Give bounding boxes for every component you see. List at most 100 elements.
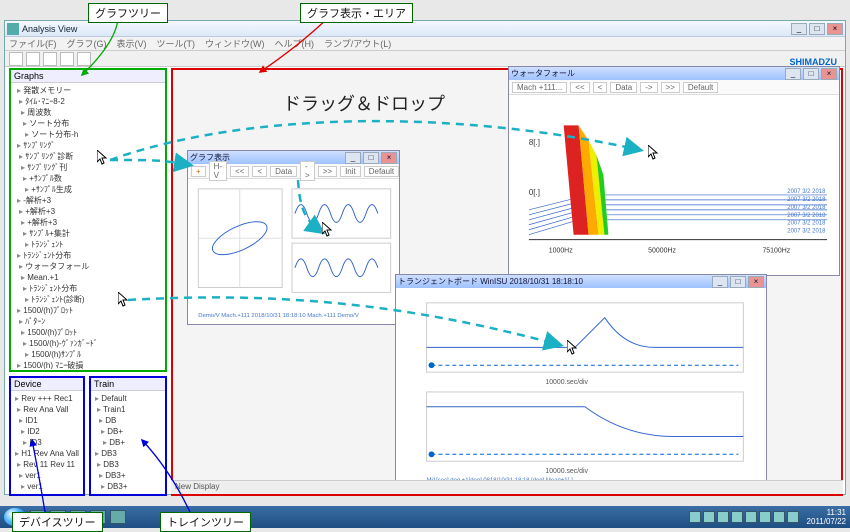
minimize-button[interactable]: _: [791, 23, 807, 35]
cw1-btn-back[interactable]: <: [252, 166, 267, 177]
tree-item[interactable]: ID1: [13, 415, 81, 426]
tray-2[interactable]: [703, 511, 715, 523]
tree-item[interactable]: ﾄﾗﾝｼﾞｪﾝﾄ分布: [13, 250, 163, 261]
tree-item[interactable]: ver1: [13, 481, 81, 492]
tree-item[interactable]: DB3+: [93, 481, 163, 492]
tree-item[interactable]: 1500/(h)ﾌﾟﾛｯﾄ: [13, 327, 163, 338]
cw2-ff[interactable]: >>: [661, 82, 680, 93]
tree-item[interactable]: ｻﾝﾌﾟﾘﾝｸﾞ: [13, 140, 163, 151]
tb-1[interactable]: [9, 52, 23, 66]
tb-4[interactable]: [60, 52, 74, 66]
tray-1[interactable]: [689, 511, 701, 523]
tree-item[interactable]: DB: [93, 415, 163, 426]
tree-item[interactable]: DB3: [93, 448, 163, 459]
cw1-btn-default[interactable]: Default: [364, 166, 399, 177]
cw2-data[interactable]: Data: [610, 82, 637, 93]
cw2-fwd[interactable]: ->: [640, 82, 657, 93]
clock[interactable]: 11:31 2011/07/22: [807, 508, 846, 526]
cw1-max[interactable]: □: [363, 152, 379, 164]
tree-item[interactable]: ﾄﾗﾝｼﾞｪﾝﾄ: [13, 239, 163, 250]
tree-item[interactable]: Rev 11 Rev 11: [13, 459, 81, 470]
tree-item[interactable]: ウォータフォール: [13, 261, 163, 272]
tree-item[interactable]: DB+: [93, 426, 163, 437]
tree-item[interactable]: -解析+3: [13, 195, 163, 206]
tree-item[interactable]: ｻﾝﾌﾟﾙ+集計: [13, 228, 163, 239]
tree-item[interactable]: ｻﾝﾌﾟﾘﾝｸﾞ刊: [13, 162, 163, 173]
cw1-btn-rw[interactable]: <<: [230, 166, 249, 177]
cw1-min[interactable]: _: [345, 152, 361, 164]
tree-item[interactable]: DB+: [93, 437, 163, 448]
tree-item[interactable]: ソート分布-h: [13, 129, 163, 140]
tree-item[interactable]: ｻﾝﾌﾟﾘﾝｸﾞ診断: [13, 151, 163, 162]
taskbar-icon-5[interactable]: [110, 510, 126, 524]
tree-item[interactable]: +解析+3: [13, 206, 163, 217]
cw2-min[interactable]: _: [785, 68, 801, 80]
cw3-max[interactable]: □: [730, 276, 746, 288]
graph-tree-panel[interactable]: Graphs 発散メモリーﾀｲﾑ･ﾏﾆｰ8-2周波数ソート分布ソート分布-hｻﾝ…: [9, 68, 167, 372]
tb-2[interactable]: [26, 52, 40, 66]
cw2-rw[interactable]: <<: [570, 82, 589, 93]
menu-tool[interactable]: ツール(T): [157, 37, 196, 50]
tab-new-display[interactable]: New Display: [175, 482, 219, 491]
tree-item[interactable]: ソート分布: [13, 118, 163, 129]
maximize-button[interactable]: □: [809, 23, 825, 35]
cw2-close[interactable]: ×: [821, 68, 837, 80]
tree-item[interactable]: 1500/(h)-ｳﾞｧﾝｶﾞｰﾄﾞ: [13, 338, 163, 349]
tree-item[interactable]: ﾊﾟﾀｰﾝ: [13, 316, 163, 327]
cw1-btn-plus[interactable]: +: [191, 166, 206, 177]
tree-item[interactable]: Train1: [93, 404, 163, 415]
tree-item[interactable]: Rev +++ Rec1: [13, 393, 81, 404]
tree-item[interactable]: 発散メモリー: [13, 85, 163, 96]
tray-8[interactable]: [787, 511, 799, 523]
tree-item[interactable]: 1500/(h)ｻﾝﾌﾟﾙ: [13, 349, 163, 360]
train-tree[interactable]: DefaultTrain1DBDB+DB+DB3DB3DB3+DB3+: [91, 391, 165, 493]
chart-window-3[interactable]: トランジェントボード WinISU 2018/10/31 18:18:10 _□…: [395, 274, 767, 484]
tb-3[interactable]: [43, 52, 57, 66]
tree-item[interactable]: H1 Rev Ana Vall: [13, 448, 81, 459]
tree-item[interactable]: DB3: [93, 459, 163, 470]
device-tree-panel[interactable]: Device Rev +++ Rec1Rev Ana VallID1ID2ID3…: [9, 376, 85, 496]
tree-item[interactable]: 1500/(h) ﾏﾆｰ破損: [13, 360, 163, 369]
menu-lamp[interactable]: ランプ/アウト(L): [324, 37, 391, 50]
tray-7[interactable]: [773, 511, 785, 523]
menu-view[interactable]: 表示(V): [117, 37, 147, 50]
tree-item[interactable]: ﾄﾗﾝｼﾞｪﾝﾄ(診断): [13, 294, 163, 305]
tree-item[interactable]: Default: [93, 393, 163, 404]
menu-help[interactable]: ヘルプ(H): [275, 37, 315, 50]
cw3-min[interactable]: _: [712, 276, 728, 288]
tree-item[interactable]: +ｻﾝﾌﾟﾙ生成: [13, 184, 163, 195]
tree-item[interactable]: +解析+3: [13, 217, 163, 228]
cw2-lbl[interactable]: Mach +111...: [512, 82, 567, 93]
titlebar[interactable]: Analysis View _ □ ×: [5, 21, 845, 37]
chart-window-1[interactable]: グラフ表示 _□× + H-V << < Data -> >> Init Def…: [187, 150, 400, 325]
tray-3[interactable]: [717, 511, 729, 523]
tree-item[interactable]: ver1: [13, 470, 81, 481]
cw3-close[interactable]: ×: [748, 276, 764, 288]
taskbar[interactable]: 11:31 2011/07/22: [0, 506, 850, 528]
tree-item[interactable]: 周波数: [13, 107, 163, 118]
cw1-close[interactable]: ×: [381, 152, 397, 164]
graph-tree[interactable]: 発散メモリーﾀｲﾑ･ﾏﾆｰ8-2周波数ソート分布ソート分布-hｻﾝﾌﾟﾘﾝｸﾞｻ…: [11, 83, 165, 369]
tray-6[interactable]: [759, 511, 771, 523]
tree-item[interactable]: ﾄﾗﾝｼﾞｪﾝﾄ分布: [13, 283, 163, 294]
cw2-back[interactable]: <: [593, 82, 608, 93]
chart-window-2[interactable]: ウォータフォール _□× Mach +111... << < Data -> >…: [508, 66, 840, 276]
tree-item[interactable]: DB3+: [93, 470, 163, 481]
device-tree[interactable]: Rev +++ Rec1Rev Ana VallID1ID2ID3H1 Rev …: [11, 391, 83, 493]
cw1-btn-data[interactable]: Data: [270, 166, 297, 177]
tray-4[interactable]: [731, 511, 743, 523]
tree-item[interactable]: Mean.+1: [13, 272, 163, 283]
tree-item[interactable]: ID3: [13, 437, 81, 448]
tree-item[interactable]: Rev Ana Vall: [13, 404, 81, 415]
cw2-max[interactable]: □: [803, 68, 819, 80]
menu-window[interactable]: ウィンドウ(W): [205, 37, 265, 50]
cw1-btn-ff[interactable]: >>: [318, 166, 337, 177]
tree-item[interactable]: ver1: [13, 492, 81, 493]
system-tray[interactable]: 11:31 2011/07/22: [689, 508, 846, 526]
tree-item[interactable]: ID2: [13, 426, 81, 437]
cw1-btn-init[interactable]: Init: [340, 166, 361, 177]
menubar[interactable]: ファイル(F) グラフ(G) 表示(V) ツール(T) ウィンドウ(W) ヘルプ…: [5, 37, 845, 51]
tree-item[interactable]: +ｻﾝﾌﾟﾙ数: [13, 173, 163, 184]
cw1-btn-hv[interactable]: H-V: [209, 161, 227, 181]
tab-strip[interactable]: New Display: [171, 480, 843, 494]
